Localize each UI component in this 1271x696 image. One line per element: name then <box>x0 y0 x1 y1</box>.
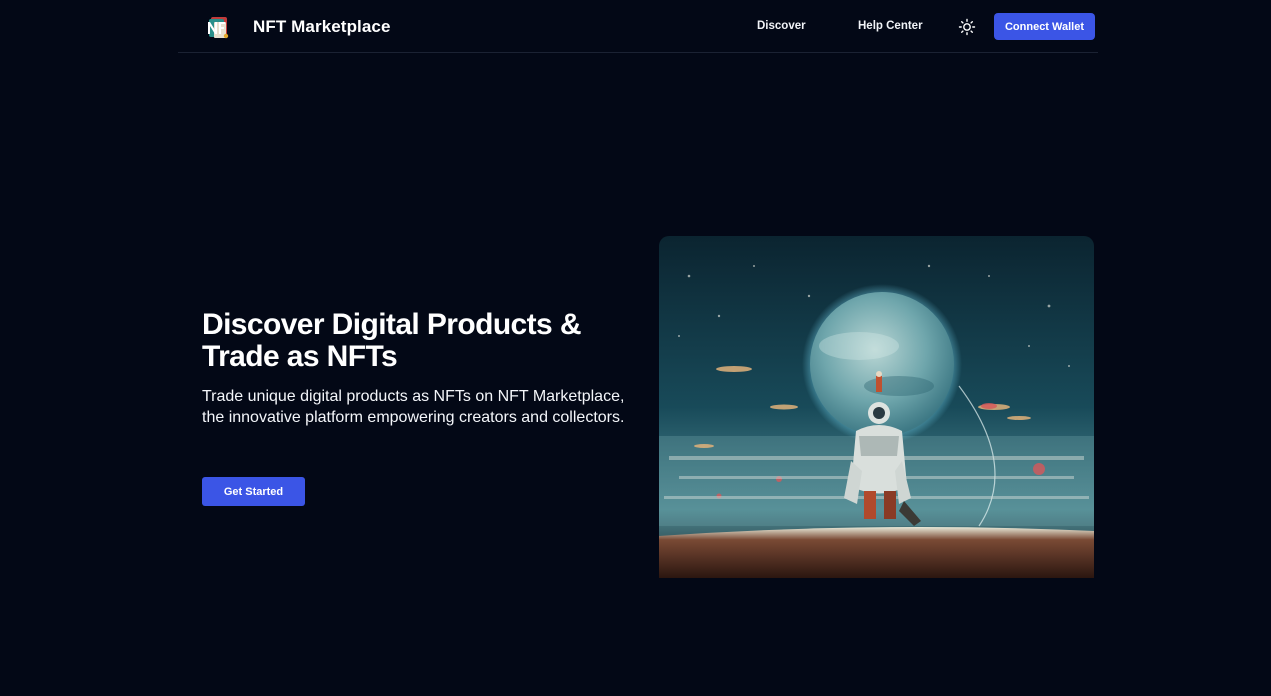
nft-logo-icon[interactable] <box>206 14 230 40</box>
nav-discover-link[interactable]: Discover <box>757 20 806 32</box>
connect-wallet-button[interactable]: Connect Wallet <box>994 13 1095 40</box>
hero-title: Discover Digital Products & Trade as NFT… <box>202 308 582 373</box>
nav-help-center-link[interactable]: Help Center <box>858 20 923 32</box>
astronaut-planet-artwork <box>659 236 1094 578</box>
brand-title[interactable]: NFT Marketplace <box>253 17 391 37</box>
sun-icon[interactable] <box>958 18 976 36</box>
get-started-button[interactable]: Get Started <box>202 477 305 506</box>
hero-subtitle: Trade unique digital products as NFTs on… <box>202 388 625 426</box>
top-navbar: NFT Marketplace Discover Help Center Con… <box>178 0 1098 53</box>
page: NFT Marketplace Discover Help Center Con… <box>0 0 1271 696</box>
